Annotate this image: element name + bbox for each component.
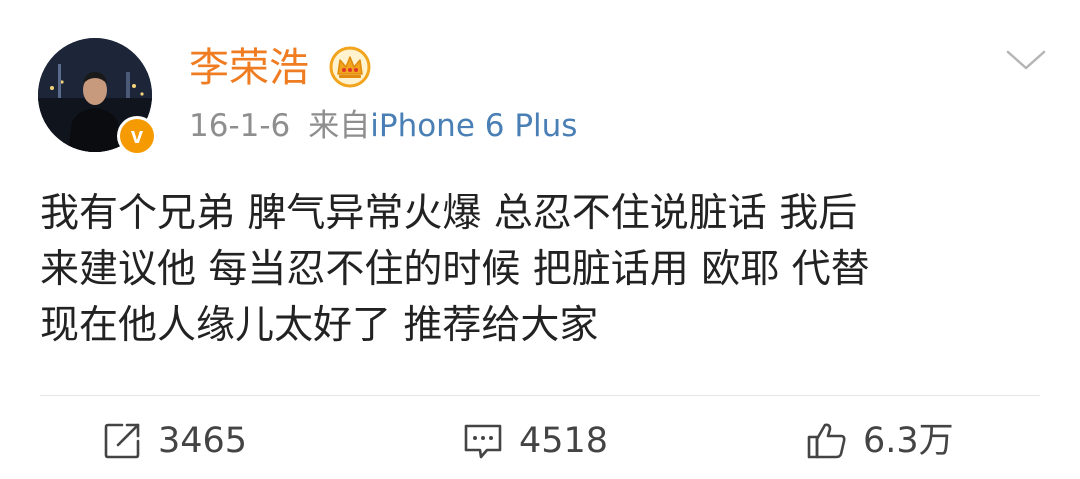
post-source-prefix: 来自 <box>308 108 371 144</box>
post-source-device[interactable]: iPhone 6 Plus <box>370 108 577 144</box>
crown-icon[interactable] <box>328 46 372 88</box>
repost-count: 3465 <box>158 421 248 461</box>
repost-button[interactable]: 3465 <box>100 417 247 465</box>
divider <box>40 395 1040 396</box>
verified-badge: v <box>117 116 157 156</box>
comment-count: 4518 <box>519 421 609 461</box>
post-text-line: 现在他人缘儿太好了 推荐给大家 <box>40 303 599 348</box>
repost-icon <box>104 423 140 459</box>
post-text-line: 来建议他 每当忍不住的时候 把脏话用 欧耶 代替 <box>40 247 870 292</box>
chevron-down-icon[interactable] <box>1004 46 1048 74</box>
like-button[interactable]: 6.3万 <box>805 417 954 465</box>
comment-icon <box>464 424 502 459</box>
like-count: 6.3万 <box>863 421 954 461</box>
post-meta: 16-1-6 来自iPhone 6 Plus <box>189 106 577 146</box>
post-text-line: 我有个兄弟 脾气异常火爆 总忍不住说脏话 我后 <box>40 191 858 236</box>
comment-button[interactable]: 4518 <box>461 417 608 465</box>
like-icon <box>807 423 846 459</box>
verified-mark: v <box>120 119 154 153</box>
post-text: 我有个兄弟 脾气异常火爆 总忍不住说脏话 我后 来建议他 每当忍不住的时候 把脏… <box>40 186 1050 354</box>
post-date: 16-1-6 <box>189 108 291 144</box>
username[interactable]: 李荣浩 <box>189 44 309 92</box>
